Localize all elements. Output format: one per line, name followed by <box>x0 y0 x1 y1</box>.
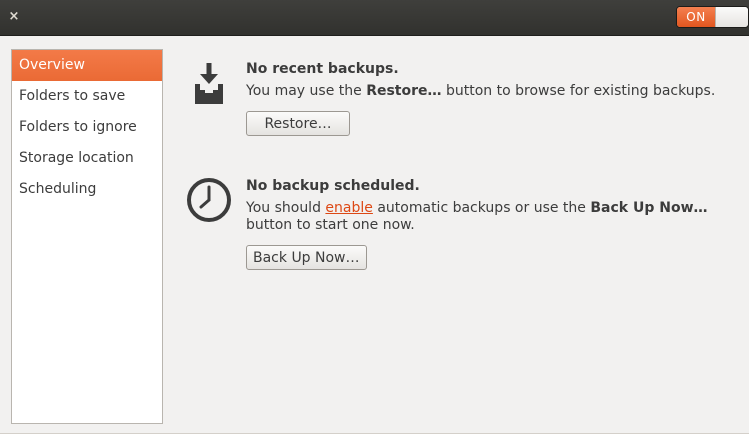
clock-icon <box>182 177 236 231</box>
sidebar-item-storage-location[interactable]: Storage location <box>12 143 162 174</box>
restore-description: You may use the Restore… button to brows… <box>246 83 746 100</box>
schedule-description: You should enable automatic backups or u… <box>246 200 746 234</box>
switch-knob[interactable] <box>715 7 748 27</box>
sidebar-item-overview[interactable]: Overview <box>12 50 162 81</box>
download-tray-icon <box>182 60 236 114</box>
backup-toggle-switch[interactable]: ON <box>676 6 749 28</box>
schedule-body-middle: automatic backups or use the <box>372 200 591 216</box>
schedule-body-prefix: You should <box>246 200 326 216</box>
schedule-body-bold: Back Up Now… <box>590 200 708 216</box>
restore-section: No recent backups. You may use the Resto… <box>182 60 742 150</box>
schedule-body-suffix: button to start one now. <box>246 217 415 233</box>
restore-body-bold: Restore… <box>366 83 442 99</box>
restore-button[interactable]: Restore… <box>246 111 350 136</box>
sidebar-item-scheduling[interactable]: Scheduling <box>12 174 162 205</box>
title-bar: × ON <box>0 0 749 36</box>
sidebar-item-folders-to-ignore[interactable]: Folders to ignore <box>12 112 162 143</box>
sidebar: Overview Folders to save Folders to igno… <box>11 49 163 424</box>
restore-body-prefix: You may use the <box>246 83 367 99</box>
restore-text: No recent backups. You may use the Resto… <box>246 60 746 136</box>
close-icon[interactable]: × <box>6 8 22 26</box>
back-up-now-button[interactable]: Back Up Now… <box>246 245 367 270</box>
schedule-title: No backup scheduled. <box>246 178 420 194</box>
restore-title: No recent backups. <box>246 61 399 77</box>
switch-on-label: ON <box>677 7 715 27</box>
sidebar-item-folders-to-save[interactable]: Folders to save <box>12 81 162 112</box>
schedule-text: No backup scheduled. You should enable a… <box>246 177 746 270</box>
restore-body-suffix: button to browse for existing backups. <box>441 83 716 99</box>
schedule-section: No backup scheduled. You should enable a… <box>182 177 742 287</box>
enable-link[interactable]: enable <box>325 200 372 216</box>
